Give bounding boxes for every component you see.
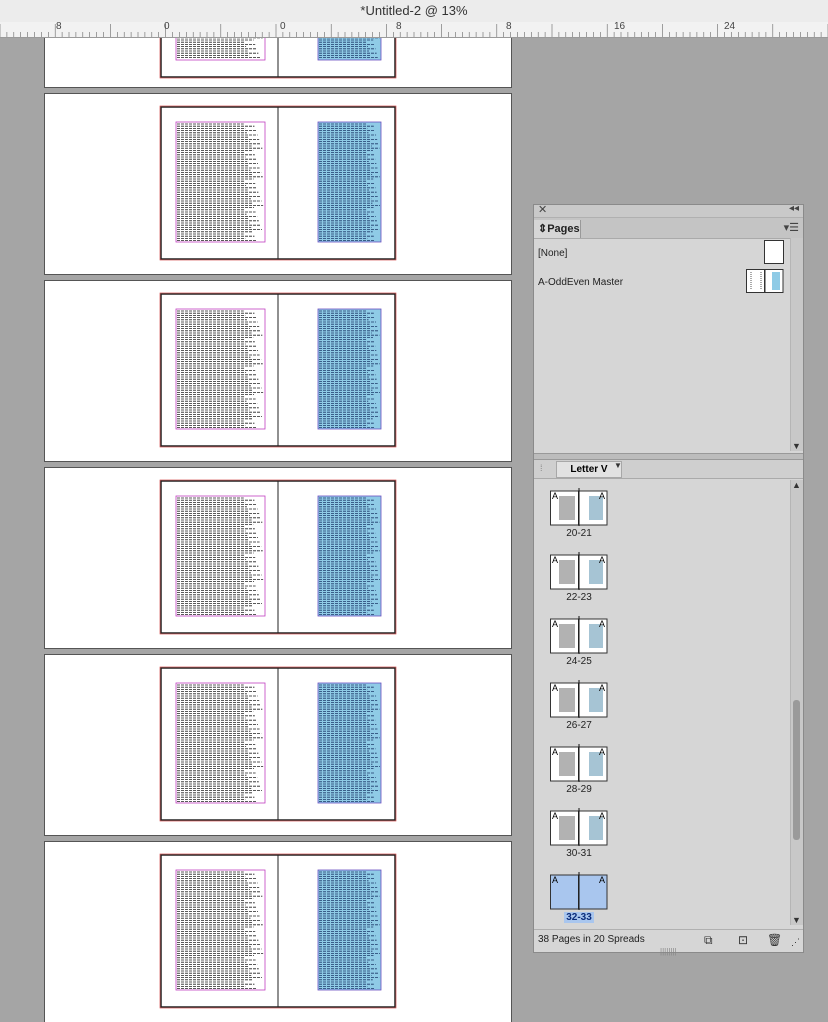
master-letter: A	[552, 555, 558, 565]
ruler-ticks	[0, 24, 828, 37]
grip-icon[interactable]: ⁞	[540, 463, 543, 473]
master-letter: A	[599, 811, 605, 821]
master-letter: A	[599, 619, 605, 629]
collapse-panel-icon[interactable]: ◂◂	[789, 203, 799, 214]
spread-pages-graphic	[159, 666, 397, 822]
page-count-status: 38 Pages in 20 Spreads	[538, 934, 645, 945]
close-icon[interactable]: ✕	[538, 203, 547, 216]
panel-title-strip[interactable]: ✕ ◂◂	[534, 203, 803, 218]
spread-label[interactable]: 20-21	[550, 528, 608, 539]
resize-grip-icon[interactable]: ⋰	[791, 937, 800, 948]
ruler-label: 8	[396, 22, 402, 32]
master-letter: A	[552, 811, 558, 821]
window-title: *Untitled-2 @ 13%	[0, 0, 828, 22]
spread-thumb[interactable]: AA	[550, 488, 608, 526]
panel-resize-handle[interactable]: ||||||||	[660, 947, 677, 956]
spread-pages-graphic	[159, 292, 397, 448]
document-spread[interactable]	[44, 841, 512, 1022]
master-label: A-OddEven Master	[538, 277, 624, 288]
master-letter: A	[599, 875, 605, 885]
master-letter: A	[599, 555, 605, 565]
spread-label[interactable]: 24-25	[550, 656, 608, 667]
tab-pages[interactable]: ⇕Pages	[534, 220, 581, 238]
spread-label[interactable]: 22-23	[550, 592, 608, 603]
delete-page-icon[interactable]: 🗑	[767, 933, 782, 947]
master-letter: A	[552, 683, 558, 693]
master-none-thumb[interactable]	[764, 240, 784, 264]
master-letter: A	[599, 747, 605, 757]
spread-thumb[interactable]: AA	[550, 552, 608, 590]
master-none[interactable]: [None]	[538, 248, 567, 259]
chevron-down-icon[interactable]: ▼	[614, 461, 622, 470]
master-letter: A	[552, 491, 558, 501]
new-page-icon[interactable]: ⊡	[738, 933, 748, 947]
document-spread[interactable]	[44, 38, 512, 88]
panel-menu-icon[interactable]: ▾☰	[784, 221, 799, 234]
scroll-up-icon[interactable]: ▲	[792, 480, 801, 490]
scroll-down-icon[interactable]: ▼	[792, 915, 801, 925]
pages-scrollbar[interactable]: ▲ ▼	[790, 480, 803, 925]
spread-thumb[interactable]: AA	[550, 616, 608, 654]
spread-label[interactable]: 28-29	[550, 784, 608, 795]
master-letter: A	[552, 619, 558, 629]
master-a-thumb[interactable]	[746, 269, 784, 293]
master-letter: A	[552, 875, 558, 885]
document-spread[interactable]	[44, 280, 512, 462]
spread-pages-graphic	[159, 479, 397, 635]
page-size-bar: ⁞ Letter V ▼	[534, 460, 803, 479]
panel-tab-row: ⇕Pages ▾☰	[534, 218, 803, 239]
spread-pages-graphic	[159, 38, 397, 79]
tab-arrows-icon: ⇕	[538, 223, 548, 235]
spread-pages-graphic	[159, 853, 397, 1009]
masters-section: [None] A-OddEven Master	[534, 238, 792, 451]
section-divider[interactable]	[534, 453, 803, 460]
spread-label[interactable]: 30-31	[550, 848, 608, 859]
edit-page-size-icon[interactable]: ⧉	[704, 933, 713, 948]
spread-label[interactable]: 26-27	[550, 720, 608, 731]
master-letter: A	[552, 747, 558, 757]
ruler-label: 16	[614, 22, 626, 32]
horizontal-ruler[interactable]: 8 0 0 8 8 16 24	[0, 22, 828, 38]
master-letter: A	[599, 683, 605, 693]
masters-scrollbar[interactable]: ▼	[790, 238, 803, 451]
spread-thumb[interactable]: AA	[550, 872, 608, 910]
master-letter: A	[599, 491, 605, 501]
ruler-label: 8	[56, 22, 62, 32]
document-canvas[interactable]	[0, 38, 532, 1022]
spread-thumb[interactable]: AA	[550, 808, 608, 846]
page-size-select[interactable]: Letter V	[556, 461, 622, 478]
spread-pages-graphic	[159, 105, 397, 261]
tab-pages-label: Pages	[547, 223, 580, 235]
ruler-label: 24	[724, 22, 736, 32]
page-size-value: Letter V	[570, 464, 608, 475]
document-spread[interactable]	[44, 467, 512, 649]
spreads-list[interactable]: A A 20-21 A A 22-23 A A 24-25 A A 26-27 A A 28-29 A A 30-…	[534, 480, 790, 925]
spread-thumb[interactable]: AA	[550, 744, 608, 782]
scroll-down-icon[interactable]: ▼	[792, 441, 801, 451]
document-spread[interactable]	[44, 654, 512, 836]
pages-panel[interactable]: ✕ ◂◂ ⇕Pages ▾☰ [None] A-OddEven Master ▼…	[533, 203, 804, 956]
document-spread[interactable]	[44, 93, 512, 275]
spread-thumb[interactable]: AA	[550, 680, 608, 718]
master-a-oddeven[interactable]: A-OddEven Master	[538, 277, 623, 288]
ruler-label: 0	[164, 22, 170, 32]
scroll-thumb[interactable]	[793, 700, 800, 840]
master-label: [None]	[538, 248, 568, 259]
ruler-label: 0	[280, 22, 286, 32]
ruler-label: 8	[506, 22, 512, 32]
spread-label[interactable]: 32-33	[564, 912, 594, 923]
